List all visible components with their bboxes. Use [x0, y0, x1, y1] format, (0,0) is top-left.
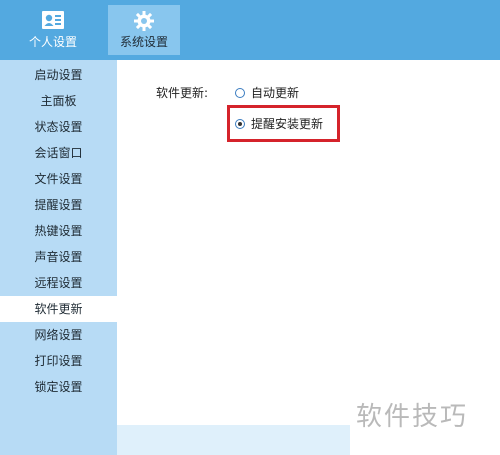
- sidebar-item-reminder[interactable]: 提醒设置: [0, 192, 117, 218]
- sidebar-item-sound[interactable]: 声音设置: [0, 244, 117, 270]
- sidebar-item-software-update[interactable]: 软件更新: [0, 296, 117, 322]
- software-update-label: 软件更新:: [156, 86, 209, 100]
- radio-button[interactable]: [235, 87, 245, 98]
- top-toolbar: 个人设置 系统设置: [0, 0, 500, 60]
- sidebar-item-network[interactable]: 网络设置: [0, 322, 117, 348]
- sidebar-item-file[interactable]: 文件设置: [0, 166, 117, 192]
- sidebar-item-chat-window[interactable]: 会话窗口: [0, 140, 117, 166]
- sidebar-item-lock[interactable]: 锁定设置: [0, 374, 117, 400]
- sidebar-item-startup[interactable]: 启动设置: [0, 62, 117, 88]
- highlight-annotation-box: [227, 105, 340, 142]
- bottom-strip: [117, 425, 350, 455]
- sidebar-item-print[interactable]: 打印设置: [0, 348, 117, 374]
- sidebar-item-main-panel[interactable]: 主面板: [0, 88, 117, 114]
- gear-icon: [108, 10, 180, 32]
- sidebar-item-remote[interactable]: 远程设置: [0, 270, 117, 296]
- watermark-text: 软件技巧: [356, 402, 469, 432]
- tab-label: 个人设置: [28, 35, 77, 49]
- tab-label: 系统设置: [119, 35, 168, 49]
- settings-sidebar: 启动设置 主面板 状态设置 会话窗口 文件设置 提醒设置 热键设置 声音设置 远…: [0, 60, 117, 455]
- radio-label: 自动更新: [251, 86, 300, 100]
- tab-personal-settings[interactable]: 个人设置: [17, 5, 89, 55]
- id-card-icon: [17, 10, 89, 32]
- sidebar-item-hotkey[interactable]: 热键设置: [0, 218, 117, 244]
- tab-system-settings[interactable]: 系统设置: [108, 5, 180, 55]
- auto-update-option[interactable]: 自动更新: [235, 84, 299, 101]
- sidebar-item-status[interactable]: 状态设置: [0, 114, 117, 140]
